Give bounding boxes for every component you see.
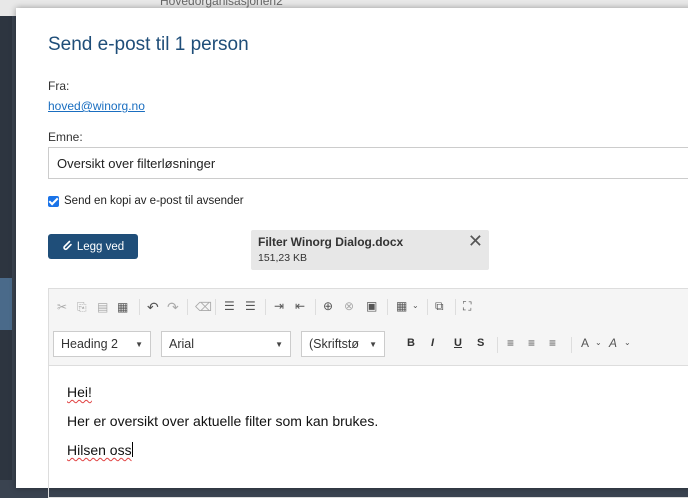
from-email-link[interactable]: hoved@winorg.no — [48, 99, 145, 113]
font-select-value: Arial — [169, 337, 195, 351]
size-select[interactable]: (Skriftstø ▼ — [301, 331, 385, 357]
table-icon[interactable]: ▦ — [396, 299, 407, 313]
cut-icon[interactable]: ✂ — [57, 300, 67, 314]
copy-icon[interactable]: ⎘ — [77, 300, 87, 315]
align-center-icon[interactable]: ≡ — [528, 336, 535, 350]
attachment-name: Filter Winorg Dialog.docx — [258, 235, 404, 249]
toolbar-separator — [187, 299, 188, 315]
editor-line-1-text: Hei! — [67, 384, 92, 400]
toolbar-separator — [427, 299, 428, 315]
chevron-down-icon[interactable]: ⌄ — [595, 338, 602, 347]
chevron-down-icon: ▼ — [135, 339, 143, 349]
outdent-icon[interactable]: ⇤ — [295, 299, 305, 313]
chevron-down-icon[interactable]: ⌄ — [624, 338, 631, 347]
link-icon[interactable]: ⊕ — [323, 299, 333, 313]
text-color-icon[interactable]: A — [581, 336, 589, 350]
preview-icon[interactable]: ⧉ — [435, 299, 444, 314]
bullet-list-icon[interactable]: ☰ — [245, 299, 256, 313]
bold-button[interactable]: B — [407, 337, 415, 349]
editor-line-3-text: Hilsen oss — [67, 442, 132, 458]
format-select[interactable]: Heading 2 ▼ — [53, 331, 151, 357]
toolbar-separator — [387, 299, 388, 315]
strikethrough-button[interactable]: S — [477, 337, 484, 349]
toolbar-separator — [265, 299, 266, 315]
toolbar-separator — [455, 299, 456, 315]
toolbar-separator — [497, 337, 498, 353]
font-select[interactable]: Arial ▼ — [161, 331, 291, 357]
toolbar-separator — [571, 337, 572, 353]
numbered-list-icon[interactable]: ☰ — [224, 299, 235, 313]
italic-button[interactable]: I — [431, 337, 434, 349]
subject-label: Emne: — [48, 130, 83, 144]
background-sidebar — [0, 16, 12, 480]
toolbar-separator — [215, 299, 216, 315]
format-select-value: Heading 2 — [61, 337, 118, 351]
align-right-icon[interactable]: ≡ — [549, 336, 556, 350]
editor-line-1[interactable]: Hei! — [67, 384, 92, 400]
dialog-title: Send e-post til 1 person — [48, 34, 249, 55]
from-label: Fra: — [48, 79, 70, 93]
background-color-icon[interactable]: A — [609, 336, 617, 350]
rich-text-editor: ✂ ⎘ ▤ ▦ ↶ ↷ ⌫ ☰ ☰ ⇥ ⇤ ⊕ ⊗ ▣ ▦ ⌄ ⧉ ⛶ Head… — [48, 288, 688, 498]
copy-to-sender-checkbox[interactable] — [48, 195, 59, 207]
editor-line-3[interactable]: Hilsen oss — [67, 442, 133, 458]
paste-text-icon[interactable]: ▦ — [117, 300, 128, 314]
unlink-icon[interactable]: ⊗ — [344, 299, 354, 313]
background-sidebar-highlight — [0, 278, 12, 330]
paste-icon[interactable]: ▤ — [97, 300, 108, 314]
copy-to-sender-row[interactable]: Send en kopi av e-post til avsender — [48, 195, 244, 207]
editor-toolbar-row1: ✂ ⎘ ▤ ▦ ↶ ↷ ⌫ ☰ ☰ ⇥ ⇤ ⊕ ⊗ ▣ ▦ ⌄ ⧉ ⛶ — [49, 289, 688, 325]
attachment-card: Filter Winorg Dialog.docx 151,23 KB ✕ — [251, 230, 489, 270]
attach-file-button[interactable]: Legg ved — [48, 234, 138, 259]
chevron-down-icon: ▼ — [275, 339, 283, 349]
toolbar-separator — [139, 299, 140, 315]
image-icon[interactable]: ▣ — [366, 299, 377, 313]
subject-input[interactable] — [48, 147, 688, 179]
text-cursor — [131, 442, 133, 457]
editor-toolbar-row2: Heading 2 ▼ Arial ▼ (Skriftstø ▼ B I U S… — [49, 325, 688, 366]
remove-attachment-close-icon[interactable]: ✕ — [468, 231, 483, 252]
table-dropdown-chevron-down-icon[interactable]: ⌄ — [412, 301, 419, 310]
size-select-value: (Skriftstø — [309, 337, 359, 351]
underline-button[interactable]: U — [454, 337, 462, 349]
align-left-icon[interactable]: ≡ — [507, 336, 514, 350]
redo-icon[interactable]: ↷ — [167, 299, 179, 316]
indent-icon[interactable]: ⇥ — [274, 299, 284, 313]
attachment-size: 151,23 KB — [258, 252, 308, 264]
clear-format-icon[interactable]: ⌫ — [195, 300, 212, 314]
copy-to-sender-label: Send en kopi av e-post til avsender — [64, 195, 244, 207]
attach-button-label: Legg ved — [76, 240, 125, 253]
background-title: Hovedorganisasjonen2 — [160, 0, 283, 8]
toolbar-separator — [315, 299, 316, 315]
editor-line-2[interactable]: Her er oversikt over aktuelle filter som… — [67, 413, 378, 429]
fullscreen-icon[interactable]: ⛶ — [463, 299, 471, 314]
chevron-down-icon: ▼ — [369, 339, 377, 349]
paperclip-icon — [62, 240, 73, 254]
send-email-dialog: Send e-post til 1 person Fra: hoved@wino… — [16, 8, 688, 498]
undo-icon[interactable]: ↶ — [147, 299, 159, 316]
